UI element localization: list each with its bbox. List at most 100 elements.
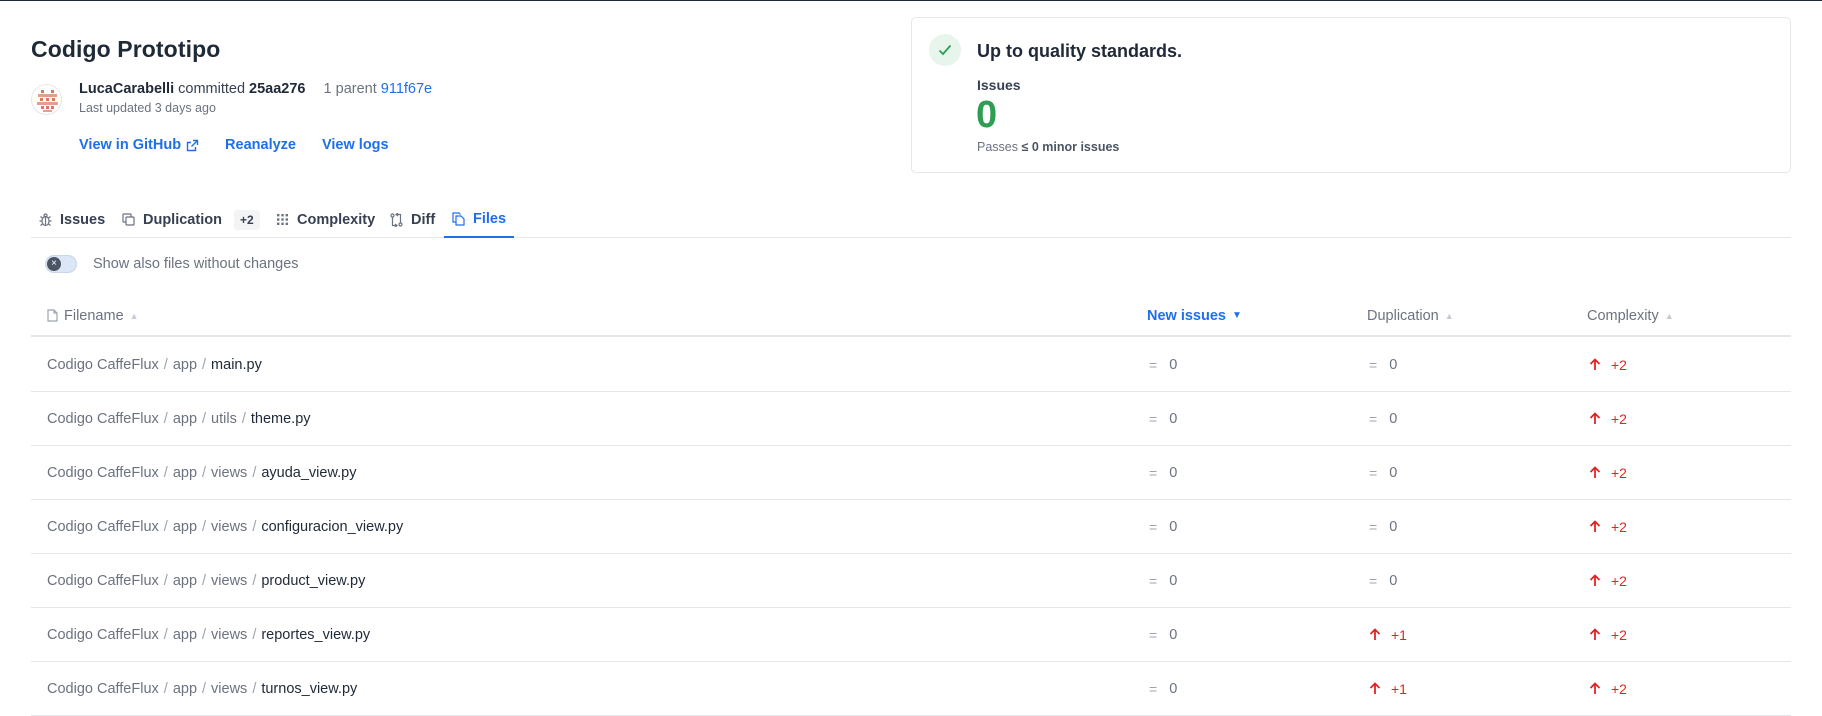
- path-separator: /: [163, 518, 168, 535]
- table-row[interactable]: Codigo CaffeFlux / app / utils / theme.py = 0 = 0 +…: [31, 392, 1791, 446]
- header-actions: View in GitHub Reanalyze View logs: [79, 137, 389, 153]
- column-filename[interactable]: Filename ▲: [47, 296, 139, 335]
- commit-author[interactable]: LucaCarabelli: [79, 81, 174, 97]
- file-path[interactable]: Codigo CaffeFlux / app / views / configuracion…: [47, 500, 403, 553]
- file-name: ayuda_view.py: [261, 464, 357, 481]
- path-separator: /: [163, 680, 168, 697]
- duplication-value: 0: [1389, 518, 1398, 535]
- duplication-cell: = 0: [1369, 392, 1397, 445]
- quality-status: Up to quality standards.: [977, 41, 1183, 61]
- path-segment: Codigo CaffeFlux: [47, 572, 159, 589]
- path-segment: views: [211, 518, 248, 535]
- arrow-up-icon: [1589, 574, 1601, 587]
- new-issues-value: 0: [1169, 518, 1178, 535]
- table-row[interactable]: Codigo CaffeFlux / app / views / turnos_view.p…: [31, 662, 1791, 716]
- complexity-cell: +2: [1589, 338, 1627, 391]
- file-path[interactable]: Codigo CaffeFlux / app / views / reportes_view…: [47, 608, 370, 661]
- table-row[interactable]: Codigo CaffeFlux / app / views / ayuda_view.py…: [31, 446, 1791, 500]
- complexity-cell: +2: [1589, 662, 1627, 715]
- path-separator: /: [163, 572, 168, 589]
- path-segment: Codigo CaffeFlux: [47, 626, 159, 643]
- column-new-issues[interactable]: New issues ▼: [1147, 296, 1242, 335]
- column-complexity[interactable]: Complexity ▲: [1587, 296, 1674, 335]
- path-segment: app: [172, 680, 198, 697]
- tab-files[interactable]: Files: [444, 201, 515, 238]
- file-path[interactable]: Codigo CaffeFlux / app / views / product_view.…: [47, 554, 365, 607]
- table-row[interactable]: Codigo CaffeFlux / app / views / product_view.…: [31, 554, 1791, 608]
- complexity-cell: +2: [1589, 554, 1627, 607]
- path-segment: app: [172, 464, 198, 481]
- duplication-value: 0: [1389, 572, 1398, 589]
- duplication-badge: +2: [233, 209, 260, 230]
- issues-count: 0: [976, 94, 998, 136]
- duplication-cell: = 0: [1369, 446, 1397, 499]
- new-issues-value: 0: [1169, 464, 1178, 481]
- complexity-cell: +2: [1589, 392, 1627, 445]
- equal-icon: =: [1149, 410, 1158, 427]
- complexity-value: +2: [1611, 680, 1627, 697]
- file-name: turnos_view.py: [261, 680, 358, 697]
- view-in-github-link[interactable]: View in GitHub: [79, 137, 199, 153]
- new-issues-value: 0: [1169, 572, 1178, 589]
- file-path[interactable]: Codigo CaffeFlux / app / main.py: [47, 338, 262, 391]
- quality-card: Up to quality standards. Issues 0 Passes…: [911, 17, 1791, 173]
- duplication-cell: = 0: [1369, 554, 1397, 607]
- tab-diff-label: Diff: [411, 211, 436, 228]
- commit-line: LucaCarabelli committed 25aa276 1 parent…: [79, 81, 432, 97]
- file-name: theme.py: [250, 410, 311, 427]
- tab-bar: Issues Duplication +2 Complexity Diff Fi…: [31, 201, 1791, 238]
- sort-up-icon: ▲: [129, 310, 139, 321]
- table-row[interactable]: Codigo CaffeFlux / app / main.py = 0 = 0 +2: [31, 338, 1791, 392]
- tab-duplication[interactable]: Duplication +2: [122, 201, 260, 238]
- path-segment: views: [211, 464, 248, 481]
- path-separator: /: [252, 572, 257, 589]
- path-segment: Codigo CaffeFlux: [47, 356, 159, 373]
- column-filename-label: Filename: [64, 307, 124, 324]
- tab-complexity[interactable]: Complexity: [276, 201, 375, 238]
- path-separator: /: [202, 680, 207, 697]
- path-separator: /: [252, 518, 257, 535]
- column-duplication[interactable]: Duplication ▲: [1367, 296, 1454, 335]
- complexity-value: +2: [1611, 410, 1627, 427]
- path-separator: /: [163, 626, 168, 643]
- file-name: configuracion_view.py: [261, 518, 404, 535]
- file-path[interactable]: Codigo CaffeFlux / app / utils / theme.py: [47, 392, 311, 445]
- file-name: reportes_view.py: [261, 626, 371, 643]
- show-unchanged-toggle[interactable]: ×: [45, 255, 77, 273]
- file-path[interactable]: Codigo CaffeFlux / app / views / turnos_view.p…: [47, 662, 357, 715]
- path-separator: /: [163, 464, 168, 481]
- file-path[interactable]: Codigo CaffeFlux / app / views / ayuda_view.py: [47, 446, 356, 499]
- files-icon: [452, 211, 465, 226]
- new-issues-cell: = 0: [1149, 392, 1177, 445]
- duplication-value: 0: [1389, 356, 1398, 373]
- parent-hash-link[interactable]: 911f67e: [381, 81, 432, 97]
- path-separator: /: [202, 626, 207, 643]
- toggle-off-icon: ×: [47, 257, 61, 271]
- tab-issues[interactable]: Issues: [39, 201, 105, 238]
- path-separator: /: [202, 464, 207, 481]
- view-logs-link[interactable]: View logs: [322, 137, 389, 153]
- reanalyze-link[interactable]: Reanalyze: [225, 137, 296, 153]
- external-link-icon: [186, 139, 199, 151]
- new-issues-value: 0: [1169, 680, 1178, 697]
- path-separator: /: [252, 626, 257, 643]
- path-segment: app: [172, 626, 198, 643]
- path-segment: views: [211, 572, 248, 589]
- new-issues-cell: = 0: [1149, 338, 1177, 391]
- complexity-cell: +2: [1589, 500, 1627, 553]
- path-segment: app: [172, 518, 198, 535]
- passes-prefix: Passes: [977, 140, 1018, 154]
- duplication-cell: = 0: [1369, 500, 1397, 553]
- new-issues-cell: = 0: [1149, 500, 1177, 553]
- diff-icon: [390, 212, 403, 227]
- path-segment: Codigo CaffeFlux: [47, 680, 159, 697]
- sort-up-icon: ▲: [1444, 310, 1454, 321]
- table-row[interactable]: Codigo CaffeFlux / app / views / configuracion…: [31, 500, 1791, 554]
- tab-diff[interactable]: Diff: [390, 201, 435, 238]
- check-icon: [929, 34, 961, 66]
- view-in-github-label: View in GitHub: [79, 137, 182, 153]
- path-separator: /: [252, 464, 257, 481]
- equal-icon: =: [1149, 518, 1158, 535]
- table-row[interactable]: Codigo CaffeFlux / app / views / reportes_view…: [31, 608, 1791, 662]
- files-table-header: Filename ▲ New issues ▼ Duplication ▲ Co…: [31, 296, 1791, 337]
